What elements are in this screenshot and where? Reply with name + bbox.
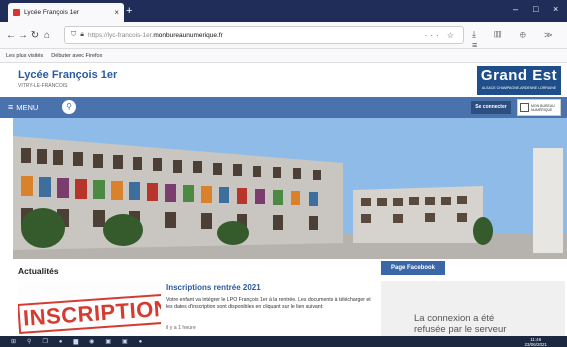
region-logo-text: Grand Est — [480, 67, 558, 84]
home-icon[interactable]: ⌂ — [41, 30, 53, 41]
word-icon[interactable]: ▣ — [105, 338, 111, 345]
facebook-error-message: La connexion a été refusée par le serveu… — [414, 313, 507, 335]
toolbar-icons[interactable]: ⤓ ▥ ⊕ ≫ ≡ — [472, 29, 567, 50]
news-section-title: Actualités — [18, 266, 59, 276]
monbureau-label: MON BUREAU NUMÉRIQUE — [531, 103, 555, 112]
clock-date: 23/06/2021 — [524, 342, 547, 347]
bookmarks-bar: Les plus visités Débuter avec Firefox — [0, 49, 567, 63]
article-time: il y a 1 heure — [166, 325, 196, 331]
monbureau-button[interactable]: MON BUREAU NUMÉRIQUE — [517, 99, 561, 116]
taskbar-search-icon[interactable]: ⚲ — [27, 338, 31, 345]
hero-photo — [13, 118, 567, 259]
back-icon[interactable]: ← — [5, 30, 17, 41]
taskbar-clock[interactable]: 11:46 23/06/2021 — [524, 337, 547, 347]
url-prefix: https://lyc-francois-1er. — [87, 31, 154, 39]
school-city: VITRY-LE-FRANCOIS — [18, 83, 68, 89]
site-header: Lycée François 1er VITRY-LE-FRANCOIS Gra… — [0, 63, 567, 97]
bookmark-getting-started[interactable]: Débuter avec Firefox — [51, 53, 102, 59]
new-tab-icon[interactable]: + — [126, 5, 132, 17]
site-menubar: ≡ MENU ⚲ Se connecter MON BUREAU NUMÉRIQ… — [0, 97, 567, 118]
hamburger-icon: ≡ — [8, 102, 14, 112]
app-icon[interactable]: ● — [139, 339, 143, 345]
edge-icon[interactable]: ● — [59, 339, 63, 345]
reload-icon[interactable]: ↻ — [29, 30, 41, 41]
tab-title: Lycée François 1er — [24, 9, 80, 16]
forward-icon[interactable]: → — [17, 30, 29, 41]
login-button[interactable]: Se connecter — [471, 101, 511, 114]
article-title[interactable]: Inscriptions rentrée 2021 — [166, 283, 261, 292]
windows-start-icon[interactable]: ⊞ — [11, 338, 16, 345]
article-text: Votre enfant va intégrer le LPO François… — [166, 297, 371, 310]
school-name[interactable]: Lycée François 1er — [18, 69, 117, 81]
lock-icon: 🔒︎ — [80, 31, 84, 38]
facebook-page-button[interactable]: Page Facebook — [381, 261, 445, 275]
inscriptions-stamp: INSCRIPTIONS — [18, 292, 161, 334]
file-explorer-icon[interactable]: ▆ — [73, 338, 78, 345]
shield-icon: ⛉ — [71, 31, 77, 38]
maximize-icon[interactable]: □ — [533, 4, 538, 14]
close-window-icon[interactable]: × — [553, 4, 558, 14]
minimize-icon[interactable]: – — [513, 4, 518, 14]
browser-titlebar: Lycée François 1er × + – □ × — [0, 0, 567, 22]
url-bar[interactable]: ⛉ 🔒︎ https://lyc-francois-1er. monbureaun… — [64, 26, 464, 44]
menu-label: MENU — [16, 102, 39, 112]
school-building-illustration — [13, 118, 567, 259]
bookmark-most-visited[interactable]: Les plus visités — [6, 53, 43, 59]
firefox-icon[interactable]: ◉ — [89, 338, 94, 345]
inscriptions-image[interactable]: INSCRIPTIONS — [18, 281, 161, 342]
windows-taskbar: ⊞ ⚲ ❐ ● ▆ ◉ ▣ ▣ ● 11:46 23/06/2021 — [0, 336, 567, 347]
search-icon[interactable]: ⚲ — [62, 100, 76, 114]
region-logo[interactable]: Grand Est ALSACE CHAMPAGNE-ARDENNE LORRA… — [477, 66, 561, 95]
browser-tab[interactable]: Lycée François 1er × — [8, 3, 124, 22]
browser-navbar: ← → ↻ ⌂ ⛉ 🔒︎ https://lyc-francois-1er. mo… — [0, 22, 567, 50]
close-tab-icon[interactable]: × — [114, 8, 119, 17]
monbureau-icon — [520, 103, 529, 112]
task-view-icon[interactable]: ❐ — [42, 338, 47, 345]
favicon-icon — [13, 9, 20, 16]
excel-icon[interactable]: ▣ — [122, 338, 128, 345]
region-logo-sub: ALSACE CHAMPAGNE-ARDENNE LORRAINE — [481, 86, 557, 90]
menu-button[interactable]: ≡ MENU — [8, 102, 38, 112]
url-host: monbureaunumerique.fr — [153, 31, 223, 39]
url-actions-icon[interactable]: ··· ☆ — [425, 31, 457, 40]
